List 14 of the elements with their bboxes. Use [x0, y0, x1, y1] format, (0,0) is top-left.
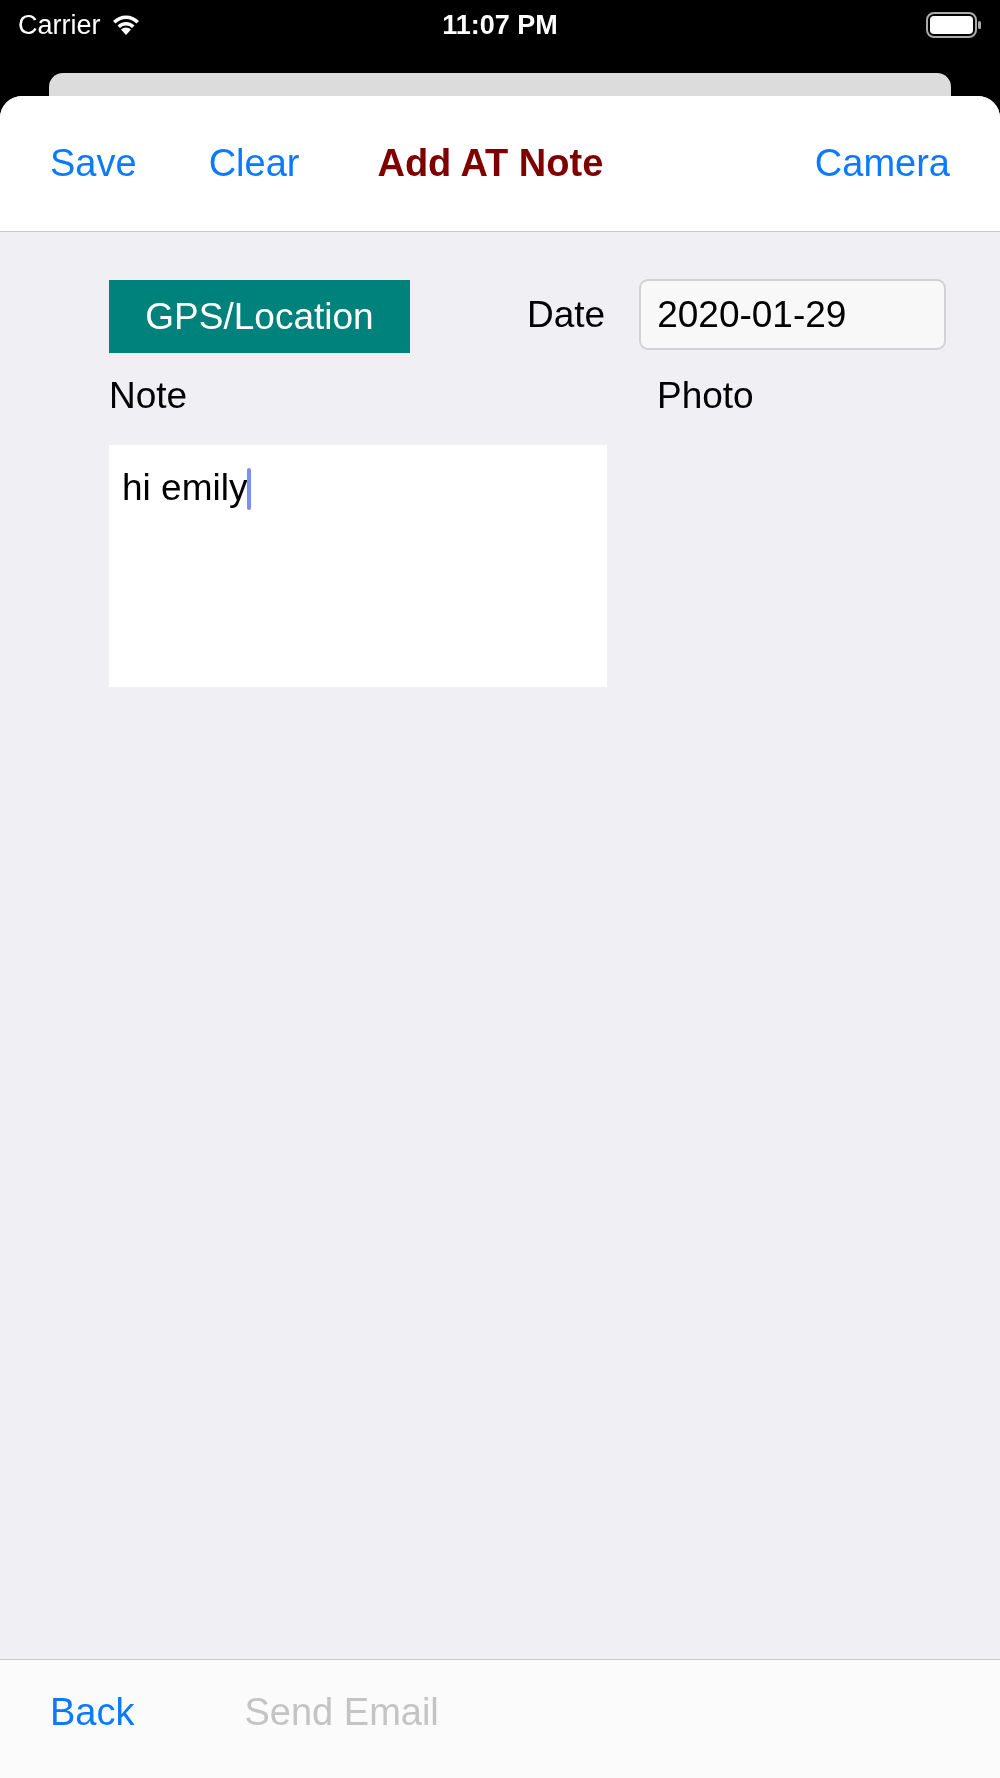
nav-title: Add AT Note: [377, 142, 604, 185]
clock-time: 11:07 PM: [442, 9, 558, 41]
date-label: Date: [527, 293, 606, 336]
nav-button[interactable]: Save: [50, 142, 137, 185]
battery-icon: [926, 12, 982, 38]
carrier-label: Carrier: [18, 9, 101, 41]
nav-button[interactable]: Clear: [208, 142, 300, 185]
date-field[interactable]: 2020-01-29: [639, 279, 947, 350]
photo-label: Photo: [657, 375, 754, 416]
note-label: Note: [109, 375, 188, 416]
note-field[interactable]: hi emily: [109, 445, 607, 687]
toolbar-button[interactable]: Back: [50, 1690, 135, 1734]
gps-location-button[interactable]: GPS/Location: [109, 280, 410, 353]
nav-button[interactable]: Camera: [814, 142, 950, 185]
